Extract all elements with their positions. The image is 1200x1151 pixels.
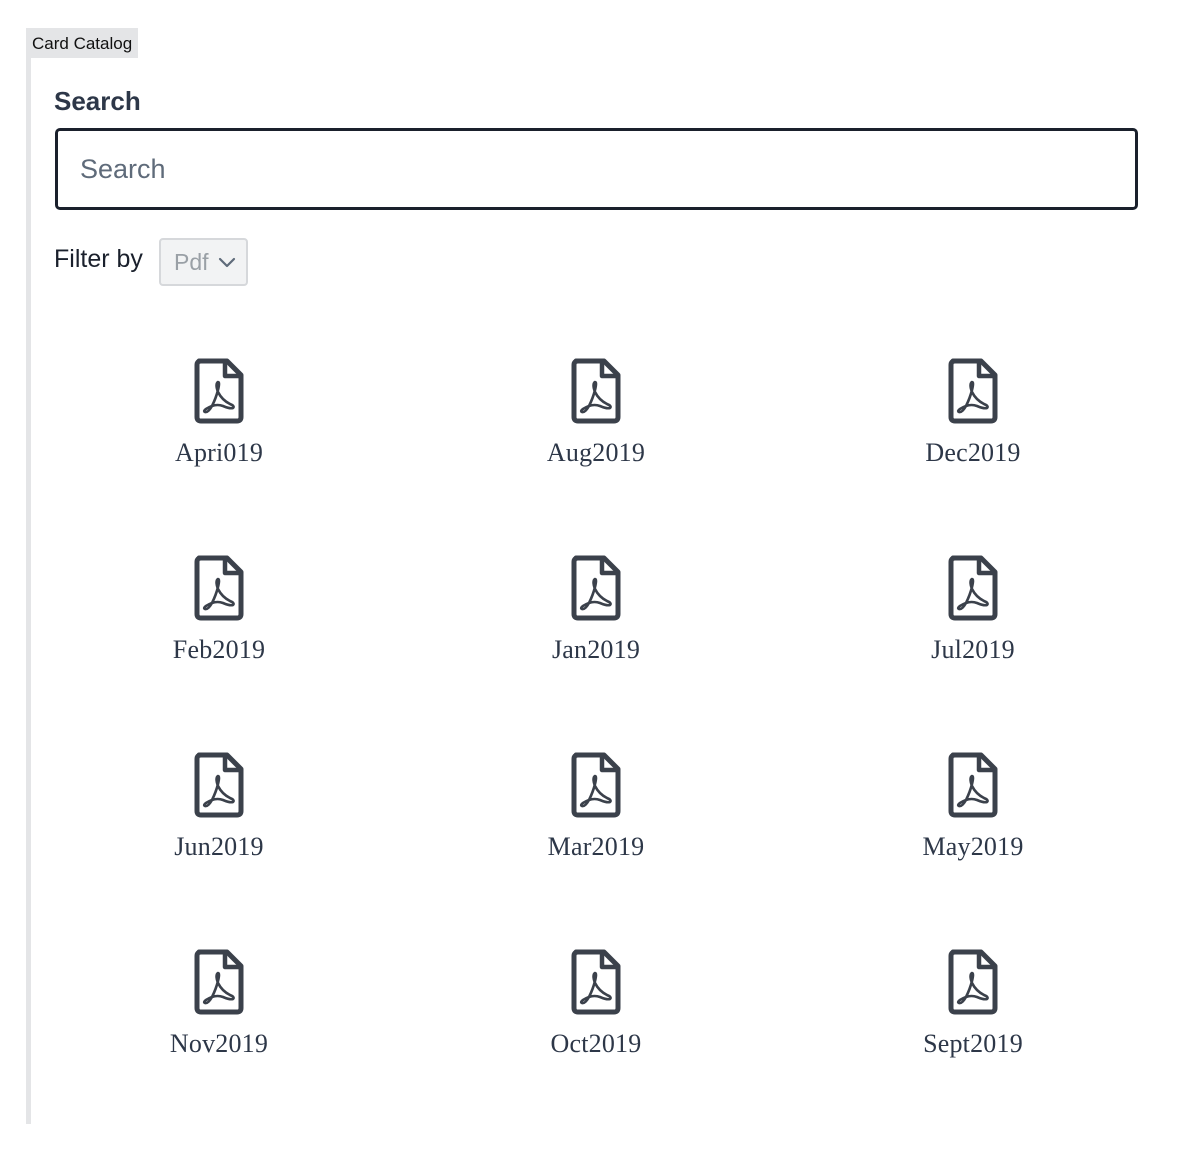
pdf-file-icon [947, 555, 999, 621]
card-catalog-tab[interactable]: Card Catalog [26, 28, 139, 58]
file-name: Nov2019 [169, 1029, 269, 1058]
file-name: Jul2019 [931, 635, 1015, 664]
file-grid: Apri019 Aug2019 Dec2019 Feb2019 Jan2019 … [31, 58, 1181, 1124]
file-card[interactable]: Mar2019 [446, 752, 746, 882]
file-card[interactable]: Apri019 [69, 358, 369, 488]
file-card[interactable]: Jul2019 [823, 555, 1123, 685]
file-card[interactable]: Sept2019 [823, 949, 1123, 1079]
file-name: Feb2019 [172, 635, 266, 664]
file-card[interactable]: Aug2019 [446, 358, 746, 488]
pdf-file-icon [570, 949, 622, 1015]
file-name: Jan2019 [551, 635, 641, 664]
file-card[interactable]: Feb2019 [69, 555, 369, 685]
file-card[interactable]: May2019 [823, 752, 1123, 882]
pdf-file-icon [570, 555, 622, 621]
file-name: Dec2019 [925, 438, 1021, 467]
file-name: Mar2019 [547, 832, 645, 861]
file-card[interactable]: Nov2019 [69, 949, 369, 1079]
file-card[interactable]: Jan2019 [446, 555, 746, 685]
pdf-file-icon [193, 752, 245, 818]
pdf-file-icon [193, 949, 245, 1015]
file-name: Oct2019 [550, 1029, 642, 1058]
pdf-file-icon [947, 949, 999, 1015]
pdf-file-icon [193, 555, 245, 621]
pdf-file-icon [570, 358, 622, 424]
file-card[interactable]: Oct2019 [446, 949, 746, 1079]
card-catalog-panel: Search Filter by Pdf Apri019 Aug2019 Dec… [26, 58, 1176, 1124]
file-name: May2019 [922, 832, 1024, 861]
file-name: Apri019 [174, 438, 264, 467]
pdf-file-icon [947, 752, 999, 818]
file-name: Aug2019 [546, 438, 646, 467]
file-name: Jun2019 [174, 832, 264, 861]
pdf-file-icon [947, 358, 999, 424]
pdf-file-icon [570, 752, 622, 818]
file-card[interactable]: Jun2019 [69, 752, 369, 882]
file-card[interactable]: Dec2019 [823, 358, 1123, 488]
pdf-file-icon [193, 358, 245, 424]
file-name: Sept2019 [923, 1029, 1023, 1058]
